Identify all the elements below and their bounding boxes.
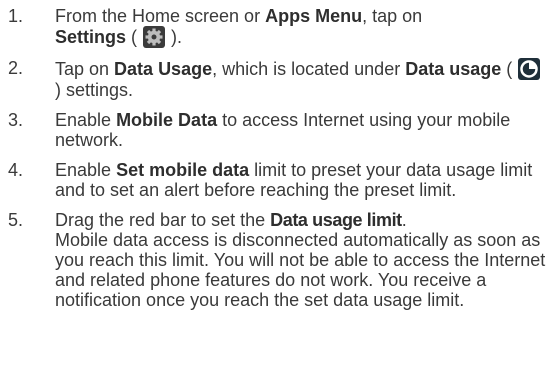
- step-text: Enable Mobile Data to access Internet us…: [55, 110, 553, 150]
- step-text-part: Drag the red bar to set the: [55, 210, 271, 230]
- step-number: 2.: [8, 58, 24, 78]
- step-text-part: , tap on: [362, 6, 423, 26]
- step-number: 5.: [8, 210, 24, 230]
- step-1: 1. From the Home screen or Apps Menu, ta…: [8, 6, 553, 48]
- data-usage-limit-label: Data usage limit: [270, 210, 402, 230]
- step-text: Tap on Data Usage, which is located unde…: [55, 58, 553, 100]
- step-text-part: ) settings.: [55, 80, 134, 100]
- step-3: 3. Enable Mobile Data to access Internet…: [8, 110, 553, 150]
- step-text-part: (: [501, 59, 518, 79]
- data-usage-icon: [518, 58, 541, 80]
- step-text-part: .: [401, 210, 407, 230]
- apps-menu-label: Apps Menu: [265, 6, 363, 26]
- step-text: From the Home screen or Apps Menu, tap o…: [55, 6, 553, 48]
- step-number: 3.: [8, 110, 24, 130]
- step-text-part: Tap on: [55, 59, 115, 79]
- data-usage-label: Data Usage: [114, 59, 213, 79]
- step-text-part: (: [126, 27, 143, 47]
- step-2: 2. Tap on Data Usage, which is located u…: [8, 58, 553, 100]
- settings-gear-icon: [143, 26, 166, 48]
- step-4: 4. Enable Set mobile data limit to prese…: [8, 160, 553, 200]
- step-text-part: ).: [166, 27, 183, 47]
- step-5: 5. Drag the red bar to set the Data usag…: [8, 210, 553, 310]
- step-text-part: , which is located under: [212, 59, 406, 79]
- step-text-part: Mobile data access is disconnected autom…: [55, 230, 546, 310]
- step-number: 4.: [8, 160, 24, 180]
- step-text: Enable Set mobile data limit to preset y…: [55, 160, 553, 200]
- step-text-part: Enable: [55, 110, 117, 130]
- mobile-data-label: Mobile Data: [116, 110, 218, 130]
- settings-label: Settings: [55, 27, 127, 47]
- step-text: Drag the red bar to set the Data usage l…: [55, 210, 553, 310]
- step-number: 1.: [8, 6, 24, 26]
- data-usage-section-label: Data usage: [405, 59, 502, 79]
- instruction-list: 1. From the Home screen or Apps Menu, ta…: [8, 6, 553, 320]
- step-text-part: From the Home screen or: [55, 6, 266, 26]
- step-text-part: Enable: [55, 160, 117, 180]
- set-mobile-data-label: Set mobile data: [116, 160, 250, 180]
